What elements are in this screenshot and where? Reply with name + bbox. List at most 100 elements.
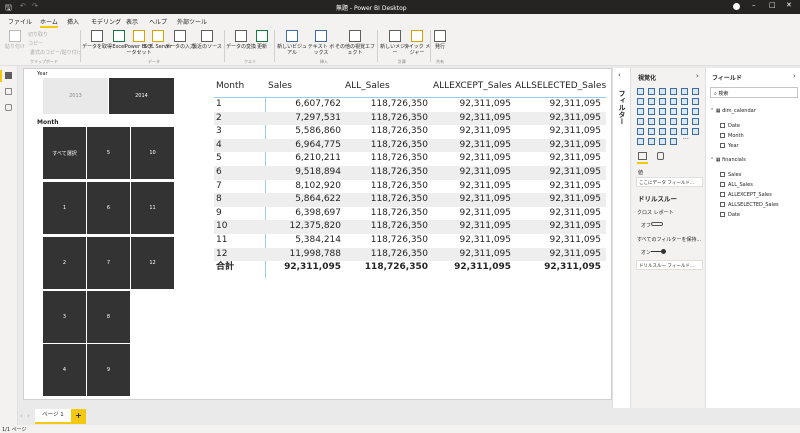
checkbox[interactable] bbox=[720, 143, 725, 148]
more-visuals-button[interactable]: その他の視覚エフェクト bbox=[335, 30, 375, 56]
copy-button[interactable]: コピー bbox=[28, 40, 43, 47]
slicer-item-2014[interactable]: 2014 bbox=[109, 78, 174, 114]
drillthrough-drop-zone[interactable]: ドリルスルー フィールド... bbox=[636, 260, 703, 270]
redo-icon[interactable]: ↷ bbox=[32, 2, 38, 10]
slicer-item[interactable]: 5 bbox=[87, 127, 130, 179]
tab-external-tools[interactable]: 外部ツール bbox=[177, 17, 207, 26]
visual-type-icon[interactable] bbox=[648, 128, 655, 135]
visual-type-icon[interactable] bbox=[659, 108, 666, 115]
visual-type-icon[interactable] bbox=[670, 118, 677, 125]
tab-help[interactable]: ヘルプ bbox=[149, 17, 167, 26]
visual-type-icon[interactable] bbox=[659, 88, 666, 95]
tab-insert[interactable]: 挿入 bbox=[67, 17, 79, 26]
visual-type-icon[interactable] bbox=[670, 88, 677, 95]
visual-type-icon[interactable] bbox=[648, 98, 655, 105]
visual-type-icon[interactable] bbox=[659, 128, 666, 135]
visual-type-icon[interactable] bbox=[681, 118, 688, 125]
slicer-item[interactable]: 11 bbox=[131, 182, 174, 234]
fields-tab-icon[interactable] bbox=[638, 152, 647, 160]
chevron-left-icon[interactable]: ‹ bbox=[618, 71, 621, 79]
field-item[interactable]: ALLEXCEPT_Sales bbox=[720, 192, 772, 198]
checkbox[interactable] bbox=[720, 123, 725, 128]
field-item[interactable]: ALL_Sales bbox=[720, 182, 753, 188]
enter-data-button[interactable]: データの入力 bbox=[165, 30, 195, 50]
prev-page-icon[interactable]: ‹ bbox=[20, 412, 23, 420]
header-allexcept-sales[interactable]: ALLEXCEPT_Sales bbox=[433, 81, 512, 91]
slicer-item[interactable]: 3 bbox=[43, 291, 86, 343]
next-page-icon[interactable]: › bbox=[27, 412, 30, 420]
checkbox[interactable] bbox=[720, 202, 725, 207]
slicer-item[interactable]: 8 bbox=[87, 291, 130, 343]
field-search-input[interactable]: ⌕ 検索 bbox=[710, 87, 798, 98]
page-tab-1[interactable]: ページ 1 bbox=[35, 409, 71, 424]
visual-type-icon[interactable] bbox=[648, 108, 655, 115]
header-all-sales[interactable]: ALL_Sales bbox=[345, 81, 390, 91]
minimize-button[interactable]: – bbox=[752, 1, 756, 9]
checkbox[interactable] bbox=[720, 212, 725, 217]
field-item[interactable]: Month bbox=[720, 133, 744, 139]
account-icon[interactable] bbox=[733, 3, 740, 10]
slicer-item[interactable]: 7 bbox=[87, 237, 130, 289]
visual-type-icon[interactable] bbox=[681, 128, 688, 135]
slicer-item[interactable]: すべて選択 bbox=[43, 127, 86, 179]
slicer-item[interactable]: 4 bbox=[43, 344, 86, 396]
report-view-icon[interactable] bbox=[5, 72, 12, 79]
chevron-right-icon[interactable]: › bbox=[793, 72, 796, 80]
visual-type-icon[interactable] bbox=[692, 98, 699, 105]
chevron-right-icon[interactable]: › bbox=[696, 72, 699, 80]
visual-type-icon[interactable] bbox=[681, 108, 688, 115]
visual-type-icon[interactable] bbox=[670, 128, 677, 135]
visual-type-icon[interactable] bbox=[670, 98, 677, 105]
format-tab-icon[interactable] bbox=[657, 152, 664, 160]
visual-type-icon[interactable] bbox=[637, 138, 644, 145]
visual-type-icon[interactable] bbox=[637, 88, 644, 95]
undo-icon[interactable]: ↶ bbox=[20, 2, 26, 10]
field-table[interactable]: ⌃ ▦ financials bbox=[710, 157, 746, 163]
field-item[interactable]: Year bbox=[720, 143, 739, 149]
more-visuals-icon[interactable]: ··· bbox=[683, 136, 689, 143]
slicer-item[interactable]: 2 bbox=[43, 237, 86, 289]
recent-sources-button[interactable]: 最近のソース bbox=[192, 30, 222, 50]
data-view-icon[interactable] bbox=[5, 88, 12, 95]
refresh-button[interactable]: 更新 bbox=[247, 30, 277, 50]
field-item[interactable]: Sales bbox=[720, 172, 741, 178]
visual-type-icon[interactable] bbox=[692, 118, 699, 125]
checkbox[interactable] bbox=[720, 192, 725, 197]
visual-type-icon[interactable] bbox=[648, 88, 655, 95]
slicer-item[interactable]: 1 bbox=[43, 182, 86, 234]
maximize-button[interactable]: □ bbox=[769, 1, 776, 9]
checkbox[interactable] bbox=[720, 172, 725, 177]
visual-type-icon[interactable] bbox=[659, 98, 666, 105]
visual-type-icon[interactable] bbox=[692, 108, 699, 115]
field-item[interactable]: Date bbox=[720, 212, 740, 218]
visual-type-icon[interactable] bbox=[637, 128, 644, 135]
new-visual-button[interactable]: 新しいビジュアル bbox=[277, 30, 307, 56]
visual-type-icon[interactable] bbox=[692, 128, 699, 135]
visual-type-icon[interactable] bbox=[637, 108, 644, 115]
publish-button[interactable]: 発行 bbox=[425, 30, 455, 50]
visual-type-icon[interactable] bbox=[681, 88, 688, 95]
close-button[interactable]: ✕ bbox=[786, 1, 792, 9]
header-allselected-sales[interactable]: ALLSELECTED_Sales bbox=[515, 81, 606, 91]
header-month[interactable]: Month bbox=[216, 81, 244, 91]
slicer-item[interactable]: 10 bbox=[131, 127, 174, 179]
slicer-item[interactable]: 6 bbox=[87, 182, 130, 234]
visual-type-icon[interactable] bbox=[648, 138, 655, 145]
checkbox[interactable] bbox=[720, 182, 725, 187]
format-painter-button[interactable]: 書式のコピー/貼り付け bbox=[30, 49, 82, 56]
slicer-item[interactable]: 9 bbox=[87, 344, 130, 396]
paste-button[interactable]: 貼り付け bbox=[0, 30, 30, 50]
cross-report-toggle[interactable] bbox=[651, 222, 663, 226]
visual-type-icon[interactable] bbox=[659, 118, 666, 125]
visual-type-icon[interactable] bbox=[637, 98, 644, 105]
filters-pane-collapsed[interactable]: ‹ フィルター bbox=[612, 68, 630, 408]
visual-type-icon[interactable] bbox=[670, 138, 677, 145]
visual-type-icon[interactable] bbox=[648, 118, 655, 125]
tab-view[interactable]: 表示 bbox=[126, 17, 138, 26]
field-item[interactable]: ALLSELECTED_Sales bbox=[720, 202, 779, 208]
checkbox[interactable] bbox=[720, 133, 725, 138]
tab-modeling[interactable]: モデリング bbox=[91, 17, 121, 26]
visual-type-icon[interactable] bbox=[670, 108, 677, 115]
visual-type-icon[interactable] bbox=[659, 138, 666, 145]
field-table[interactable]: ⌃ ▦ dim_calendar bbox=[710, 108, 756, 114]
